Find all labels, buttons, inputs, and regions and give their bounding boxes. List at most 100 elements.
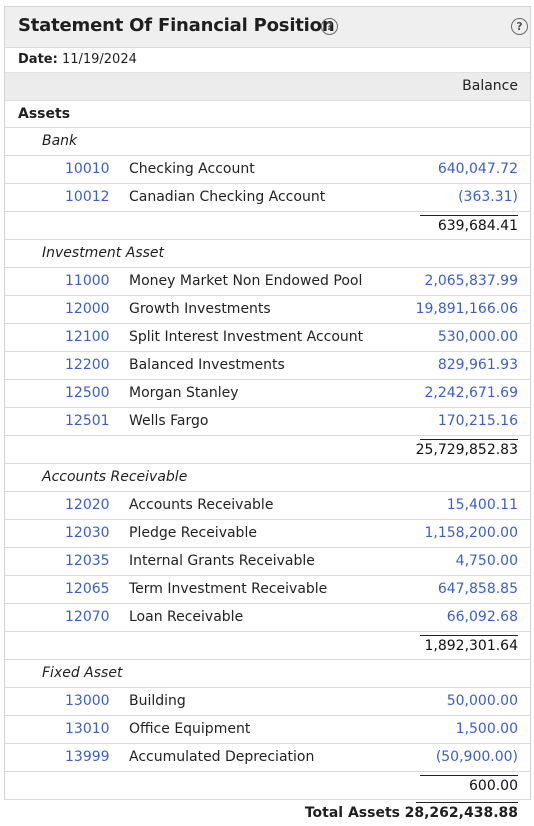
account-balance-link[interactable]: 4,750.00 bbox=[456, 553, 518, 569]
balance-header-label: Balance bbox=[462, 78, 518, 94]
account-row: 12020 Accounts Receivable 15,400.11 bbox=[5, 492, 530, 520]
account-balance-link[interactable]: 647,858.85 bbox=[438, 581, 518, 597]
account-row: 12070 Loan Receivable 66,092.68 bbox=[5, 604, 530, 632]
account-row: 13000 Building 50,000.00 bbox=[5, 688, 530, 716]
account-code-link[interactable]: 10012 bbox=[65, 189, 115, 205]
account-code-link[interactable]: 12501 bbox=[65, 413, 115, 429]
account-name: Checking Account bbox=[129, 161, 255, 177]
group-label: Accounts Receivable bbox=[42, 469, 188, 485]
help-icon[interactable]: ? bbox=[321, 18, 338, 35]
panel-help-icon[interactable]: ? bbox=[511, 18, 528, 35]
total-assets-row: Total Assets 28,262,438.88 bbox=[5, 800, 530, 826]
total-assets-label: Total Assets bbox=[304, 805, 400, 821]
account-code-link[interactable]: 12020 bbox=[65, 497, 115, 513]
account-code-link[interactable]: 13010 bbox=[65, 721, 115, 737]
subtotal-row: 600.00 bbox=[5, 772, 530, 800]
account-row: 12000 Growth Investments 19,891,166.06 bbox=[5, 296, 530, 324]
account-row: 12065 Term Investment Receivable 647,858… bbox=[5, 576, 530, 604]
section-label: Assets bbox=[18, 106, 71, 122]
subtotal-value: 1,892,301.64 bbox=[424, 638, 518, 654]
account-balance-link[interactable]: (363.31) bbox=[458, 189, 518, 205]
page-title: Statement Of Financial Position bbox=[18, 15, 335, 36]
account-row: 12200 Balanced Investments 829,961.93 bbox=[5, 352, 530, 380]
account-row: 13999 Accumulated Depreciation (50,900.0… bbox=[5, 744, 530, 772]
group-heading: Fixed Asset bbox=[5, 660, 530, 688]
account-balance-link[interactable]: 50,000.00 bbox=[447, 693, 518, 709]
account-name: Accumulated Depreciation bbox=[129, 749, 315, 765]
date-label: Date: bbox=[18, 52, 58, 67]
subtotal-row: 1,892,301.64 bbox=[5, 632, 530, 660]
account-name: Split Interest Investment Account bbox=[129, 329, 364, 345]
subtotal-rule bbox=[420, 635, 518, 636]
group-heading: Accounts Receivable bbox=[5, 464, 530, 492]
account-row: 12501 Wells Fargo 170,215.16 bbox=[5, 408, 530, 436]
account-code-link[interactable]: 12070 bbox=[65, 609, 115, 625]
account-balance-link[interactable]: 19,891,166.06 bbox=[416, 301, 518, 317]
account-row: 10010 Checking Account 640,047.72 bbox=[5, 156, 530, 184]
account-code-link[interactable]: 13999 bbox=[65, 749, 115, 765]
account-code-link[interactable]: 12035 bbox=[65, 553, 115, 569]
statement-panel: Statement Of Financial Position ? ? Date… bbox=[4, 6, 531, 821]
account-name: Balanced Investments bbox=[129, 357, 285, 373]
account-name: Morgan Stanley bbox=[129, 385, 239, 401]
account-balance-link[interactable]: 66,092.68 bbox=[447, 609, 518, 625]
subtotal-rule bbox=[420, 215, 518, 216]
subtotal-value: 25,729,852.83 bbox=[415, 442, 518, 458]
account-balance-link[interactable]: 530,000.00 bbox=[438, 329, 518, 345]
account-name: Growth Investments bbox=[129, 301, 271, 317]
total-assets-value: 28,262,438.88 bbox=[404, 805, 518, 821]
account-row: 12035 Internal Grants Receivable 4,750.0… bbox=[5, 548, 530, 576]
balance-column-header: Balance bbox=[5, 73, 530, 101]
account-balance-link[interactable]: 640,047.72 bbox=[438, 161, 518, 177]
account-balance-link[interactable]: (50,900.00) bbox=[436, 749, 518, 765]
subtotal-rule bbox=[420, 439, 518, 440]
account-balance-link[interactable]: 1,500.00 bbox=[456, 721, 518, 737]
account-balance-link[interactable]: 829,961.93 bbox=[438, 357, 518, 373]
account-name: Office Equipment bbox=[129, 721, 251, 737]
subtotal-row: 25,729,852.83 bbox=[5, 436, 530, 464]
group-label: Investment Asset bbox=[42, 245, 165, 261]
account-balance-link[interactable]: 1,158,200.00 bbox=[424, 525, 518, 541]
account-name: Term Investment Receivable bbox=[129, 581, 328, 597]
account-balance-link[interactable]: 2,242,671.69 bbox=[424, 385, 518, 401]
account-row: 13010 Office Equipment 1,500.00 bbox=[5, 716, 530, 744]
account-row: 11000 Money Market Non Endowed Pool 2,06… bbox=[5, 268, 530, 296]
account-name: Wells Fargo bbox=[129, 413, 209, 429]
section-heading-assets: Assets bbox=[5, 101, 530, 128]
group-heading: Bank bbox=[5, 128, 530, 156]
account-name: Loan Receivable bbox=[129, 609, 244, 625]
account-row: 12100 Split Interest Investment Account … bbox=[5, 324, 530, 352]
account-code-link[interactable]: 11000 bbox=[65, 273, 115, 289]
subtotal-value: 639,684.41 bbox=[437, 218, 518, 234]
account-name: Canadian Checking Account bbox=[129, 189, 326, 205]
account-code-link[interactable]: 12100 bbox=[65, 329, 115, 345]
account-code-link[interactable]: 12000 bbox=[65, 301, 115, 317]
account-name: Internal Grants Receivable bbox=[129, 553, 315, 569]
account-code-link[interactable]: 12065 bbox=[65, 581, 115, 597]
subtotal-value: 600.00 bbox=[469, 778, 518, 794]
account-code-link[interactable]: 12030 bbox=[65, 525, 115, 541]
account-balance-link[interactable]: 2,065,837.99 bbox=[424, 273, 518, 289]
subtotal-rule bbox=[420, 775, 518, 776]
account-balance-link[interactable]: 170,215.16 bbox=[438, 413, 518, 429]
subtotal-row: 639,684.41 bbox=[5, 212, 530, 240]
account-row: 12500 Morgan Stanley 2,242,671.69 bbox=[5, 380, 530, 408]
date-row: Date: 11/19/2024 bbox=[5, 48, 530, 73]
account-name: Pledge Receivable bbox=[129, 525, 257, 541]
group-label: Bank bbox=[42, 133, 78, 149]
group-heading: Investment Asset bbox=[5, 240, 530, 268]
date-value: 11/19/2024 bbox=[61, 52, 137, 67]
account-name: Accounts Receivable bbox=[129, 497, 274, 513]
total-rule bbox=[416, 802, 518, 803]
account-name: Building bbox=[129, 693, 186, 709]
account-code-link[interactable]: 12200 bbox=[65, 357, 115, 373]
account-code-link[interactable]: 10010 bbox=[65, 161, 115, 177]
account-code-link[interactable]: 13000 bbox=[65, 693, 115, 709]
account-code-link[interactable]: 12500 bbox=[65, 385, 115, 401]
group-label: Fixed Asset bbox=[42, 665, 123, 681]
account-row: 12030 Pledge Receivable 1,158,200.00 bbox=[5, 520, 530, 548]
account-row: 10012 Canadian Checking Account (363.31) bbox=[5, 184, 530, 212]
account-balance-link[interactable]: 15,400.11 bbox=[447, 497, 518, 513]
panel-header: Statement Of Financial Position ? ? bbox=[5, 7, 530, 48]
account-name: Money Market Non Endowed Pool bbox=[129, 273, 363, 289]
